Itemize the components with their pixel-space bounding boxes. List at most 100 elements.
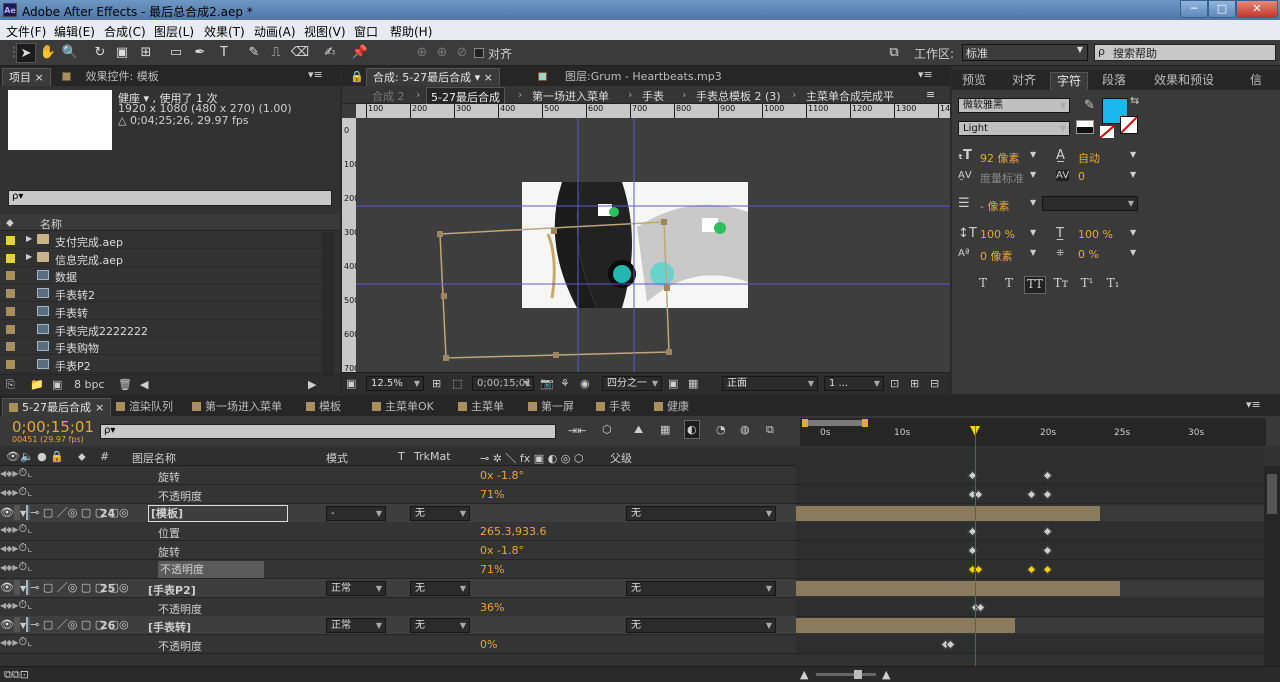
project-item[interactable]: ▶ 信息完成.aep bbox=[0, 250, 322, 267]
property-value[interactable]: 0% bbox=[480, 638, 497, 651]
transparency-grid-icon[interactable]: ▦ bbox=[688, 377, 698, 390]
switches-icons[interactable]: ⊸ ▢ ／ bbox=[30, 581, 68, 594]
pickwhip-icon[interactable]: ◎ bbox=[119, 506, 129, 519]
parent-select[interactable]: 无 bbox=[626, 580, 776, 596]
stopwatch-icon[interactable]: ⏱ bbox=[18, 466, 27, 479]
interpret-footage-icon[interactable]: ⎘ bbox=[6, 378, 15, 392]
keyframe-track[interactable] bbox=[796, 466, 1264, 485]
layer-name[interactable]: [模板] bbox=[148, 504, 289, 522]
work-area-start-handle[interactable] bbox=[802, 419, 808, 427]
label-color-icon[interactable] bbox=[6, 253, 15, 263]
project-scrollbar[interactable] bbox=[322, 232, 334, 374]
puppet-pin-tool-icon[interactable]: 📌 bbox=[350, 43, 370, 63]
visibility-eye-icon[interactable]: 👁 bbox=[0, 506, 14, 519]
comp-nav-item[interactable]: 第一场进入菜单 bbox=[528, 87, 613, 105]
show-snapshot-icon[interactable]: ⚘ bbox=[560, 377, 570, 390]
column-layer-name[interactable]: 图层名称 bbox=[132, 450, 176, 466]
project-search-input[interactable]: ρ▾ bbox=[8, 190, 332, 206]
menu-item[interactable]: 文件(F) bbox=[6, 23, 46, 40]
project-item[interactable]: 手表P2 bbox=[0, 356, 322, 373]
help-search-input[interactable]: ρ 搜索帮助 bbox=[1094, 44, 1276, 61]
stroke-width-value[interactable]: - 像素 bbox=[980, 198, 1009, 214]
stopwatch-icon[interactable]: ⏱ bbox=[18, 485, 27, 498]
timeline-timecode[interactable]: 0;00;15;01 bbox=[12, 418, 94, 436]
property-row[interactable]: ◀◆▶⏱⌞ 不透明度 71% bbox=[0, 484, 796, 504]
menu-item[interactable]: 窗口 bbox=[354, 23, 378, 40]
graph-icon[interactable]: ⌞ bbox=[27, 466, 32, 479]
tracking-dropdown-icon[interactable]: ▼ bbox=[1130, 170, 1136, 179]
panel-menu-icon[interactable]: ▾≡ bbox=[308, 68, 323, 81]
horizontal-scale-dropdown-icon[interactable]: ▼ bbox=[1130, 228, 1136, 237]
channels-icon[interactable]: ◉ bbox=[580, 377, 590, 390]
label-color-icon[interactable] bbox=[6, 289, 15, 299]
graph-icon[interactable]: ⌞ bbox=[27, 635, 32, 648]
brush-tool-icon[interactable]: ✎ bbox=[244, 43, 264, 63]
timeline-tab[interactable]: 手表 bbox=[590, 398, 637, 416]
bpc-label[interactable]: 8 bpc bbox=[74, 378, 105, 391]
frame-blending-icon[interactable]: ▦ bbox=[660, 423, 670, 436]
property-row[interactable]: ◀◆▶⏱⌞ 位置 265.3,933.6 bbox=[0, 522, 796, 542]
region-of-interest-icon[interactable]: ▣ bbox=[668, 377, 678, 390]
work-area-bar[interactable] bbox=[802, 420, 866, 426]
comp-nav-item[interactable]: 合成 2 bbox=[368, 87, 409, 105]
visibility-eye-icon[interactable]: 👁 bbox=[0, 581, 14, 594]
snapshot-icon[interactable]: 📷 bbox=[540, 377, 554, 390]
graph-editor-icon[interactable]: ◔ bbox=[716, 423, 726, 436]
zoom-select[interactable]: 12.5% bbox=[366, 376, 424, 391]
tab-project[interactable]: 项目 × bbox=[2, 68, 51, 86]
no-fill-icon[interactable] bbox=[1100, 126, 1114, 138]
font-style-select[interactable]: Light bbox=[958, 121, 1070, 136]
blend-mode-select[interactable]: 正常 bbox=[326, 580, 386, 596]
text-style-button[interactable]: T₁ bbox=[1102, 276, 1124, 294]
axis-world-icon[interactable]: ⊕ bbox=[432, 43, 452, 63]
horizontal-scale-value[interactable]: 100 % bbox=[1078, 228, 1113, 241]
axis-view-icon[interactable]: ⊘ bbox=[452, 43, 472, 63]
new-comp-icon[interactable]: ▣ bbox=[52, 378, 62, 391]
baseline-shift-value[interactable]: 0 像素 bbox=[980, 248, 1013, 264]
column-t[interactable]: T bbox=[398, 450, 405, 463]
minimize-button[interactable]: ─ bbox=[1180, 0, 1208, 18]
graph-icon[interactable]: ⌞ bbox=[27, 485, 32, 498]
time-ruler[interactable]: 0s 10s 20s 25s 30s bbox=[800, 418, 1266, 446]
vertical-scale-dropdown-icon[interactable]: ▼ bbox=[1030, 228, 1036, 237]
zoom-tool-icon[interactable]: 🔍 bbox=[60, 43, 80, 63]
label-color-icon[interactable] bbox=[6, 306, 15, 316]
stopwatch-icon[interactable]: ⏱ bbox=[18, 598, 27, 611]
new-folder-icon[interactable]: 📁 bbox=[30, 378, 44, 391]
property-row[interactable]: ◀◆▶⏱⌞ 不透明度 71% bbox=[0, 560, 796, 579]
property-value[interactable]: 36% bbox=[480, 601, 504, 614]
layer-row[interactable]: 👁▼24[模板]-无⊸ ▢ ／◎ ▢ ▢ ▢◎无 bbox=[0, 503, 796, 523]
layer-name[interactable]: [手表P2] bbox=[148, 582, 196, 598]
timecode-display[interactable]: 0;00;15;01 bbox=[472, 376, 534, 391]
timeline-tab[interactable]: 主菜单OK bbox=[366, 398, 440, 416]
close-tab-icon[interactable]: × bbox=[95, 401, 104, 414]
vertical-scale-value[interactable]: 100 % bbox=[980, 228, 1015, 241]
timeline-tab[interactable]: 模板 bbox=[300, 398, 347, 416]
trkmat-select[interactable]: 无 bbox=[410, 618, 470, 634]
roto-brush-tool-icon[interactable]: ✍ bbox=[320, 43, 340, 63]
graph-icon[interactable]: ⌞ bbox=[27, 560, 32, 573]
character-tab[interactable]: 预览 bbox=[956, 72, 992, 90]
visibility-eye-icon[interactable]: 👁 bbox=[0, 618, 14, 631]
stopwatch-icon[interactable]: ⏱ bbox=[18, 541, 27, 554]
black-color-icon[interactable] bbox=[1076, 120, 1094, 134]
tsume-value[interactable]: 0 % bbox=[1078, 248, 1099, 261]
workspace-layout-icon[interactable]: ⧉ bbox=[884, 43, 904, 63]
tsume-dropdown-icon[interactable]: ▼ bbox=[1130, 248, 1136, 257]
motion-blur-icon[interactable]: ◐ bbox=[684, 420, 700, 439]
pen-tool-icon[interactable]: ✒ bbox=[190, 43, 210, 63]
project-item[interactable]: 手表转 bbox=[0, 303, 322, 320]
always-preview-icon[interactable]: ▣ bbox=[346, 377, 356, 390]
baseline-dropdown-icon[interactable]: ▼ bbox=[1030, 248, 1036, 257]
stroke-color-swatch[interactable] bbox=[1120, 116, 1138, 134]
pickwhip-icon[interactable]: ◎ bbox=[119, 618, 129, 631]
timeline-tab[interactable]: 渲染队列 bbox=[110, 398, 179, 416]
tracking-value[interactable]: 0 bbox=[1078, 170, 1085, 183]
comp-panel-menu-icon[interactable]: ▾≡ bbox=[918, 68, 933, 81]
label-tag-icon[interactable]: ⬥ bbox=[6, 216, 14, 230]
property-row[interactable]: ◀◆▶⏱⌞ 旋转 0x -1.8° bbox=[0, 541, 796, 561]
layer-duration-bar[interactable] bbox=[796, 618, 1015, 634]
character-tab[interactable]: 效果和预设 bbox=[1148, 72, 1220, 90]
column-parent[interactable]: 父级 bbox=[610, 450, 632, 466]
tab-layer[interactable]: 图层:Grum - Heartbeats.mp3 bbox=[532, 68, 728, 86]
